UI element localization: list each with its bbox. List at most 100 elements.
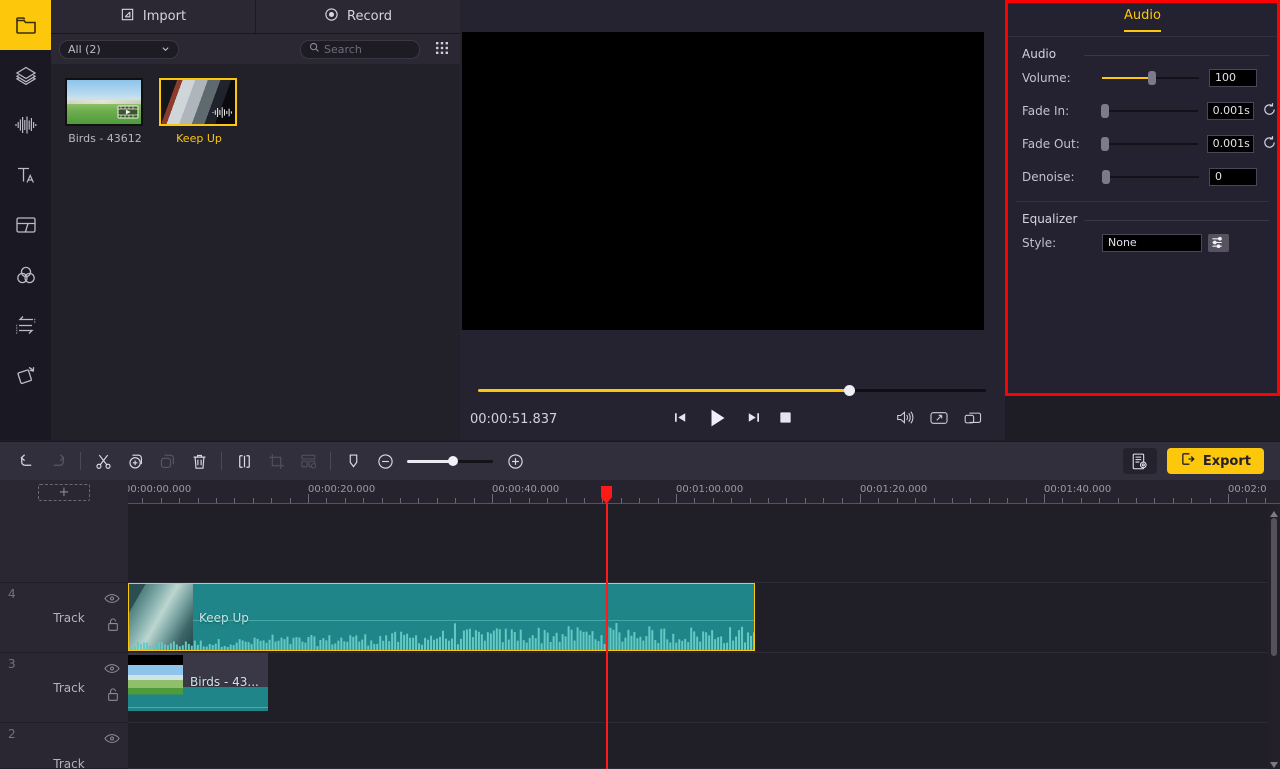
- rail-item-motion[interactable]: [0, 350, 51, 400]
- layers-icon: [13, 62, 39, 88]
- audio-properties-panel: Audio Audio Volume: 100 Fade In: 0.001s: [1005, 0, 1280, 396]
- rail-item-titles[interactable]: [0, 150, 51, 200]
- ruler-label: 00:01:00.000: [676, 484, 744, 495]
- seek-fill: [478, 389, 849, 392]
- media-tabs: Import Record: [51, 0, 460, 34]
- scroll-up-icon[interactable]: [1270, 506, 1278, 517]
- rail-item-stickers[interactable]: [0, 50, 51, 100]
- denoise-value[interactable]: 0: [1209, 167, 1257, 186]
- speaker-icon[interactable]: [895, 409, 915, 429]
- tab-audio[interactable]: Audio: [1124, 8, 1161, 32]
- stop-icon[interactable]: [778, 410, 793, 428]
- equalizer-style-select[interactable]: None: [1102, 233, 1202, 252]
- media-thumbnail: [65, 78, 143, 126]
- track-lane-empty[interactable]: [128, 504, 1268, 583]
- eye-icon[interactable]: [104, 593, 120, 607]
- track-lane-3[interactable]: Birds - 43...: [128, 653, 1268, 723]
- timeline-ruler[interactable]: 00:00:00.000 00:00:20.000 00:00:40.000 0…: [128, 480, 1280, 504]
- fade-out-slider[interactable]: [1100, 136, 1198, 151]
- media-grid: Birds - 43612 Keep Up: [51, 64, 460, 440]
- video-badge-icon: [117, 105, 139, 122]
- import-icon: [120, 7, 135, 26]
- snapshot-icon[interactable]: [963, 410, 983, 429]
- fade-in-value[interactable]: 0.001s: [1206, 101, 1255, 120]
- rail-item-transitions[interactable]: [0, 300, 51, 350]
- pip-button[interactable]: [292, 445, 324, 477]
- rail-item-media-library[interactable]: [0, 0, 51, 50]
- left-icon-rail: [0, 0, 51, 440]
- seek-bar[interactable]: [478, 385, 986, 396]
- prev-frame-icon[interactable]: [672, 409, 689, 429]
- eye-icon[interactable]: [104, 663, 120, 677]
- search-input[interactable]: [324, 42, 410, 56]
- volume-slider[interactable]: [1102, 70, 1199, 85]
- rail-item-filters[interactable]: [0, 250, 51, 300]
- unlock-icon[interactable]: [106, 687, 120, 705]
- video-canvas[interactable]: [462, 32, 984, 330]
- zoom-in-icon[interactable]: [499, 445, 531, 477]
- track-header-empty: [0, 504, 128, 583]
- timeline-clip-keep-up[interactable]: Keep Up: [128, 583, 755, 651]
- volume-row: Volume: 100: [1008, 61, 1277, 94]
- delete-button[interactable]: [183, 445, 215, 477]
- zoom-out-icon[interactable]: [369, 445, 401, 477]
- audio-badge-icon: [211, 106, 233, 122]
- denoise-slider[interactable]: [1102, 169, 1199, 184]
- media-item-keep-up[interactable]: Keep Up: [159, 78, 239, 145]
- tab-import[interactable]: Import: [51, 0, 255, 33]
- denoise-row: Denoise: 0: [1008, 160, 1277, 193]
- fade-in-reset-icon[interactable]: [1262, 102, 1277, 120]
- color-circles-icon: [13, 262, 39, 288]
- media-filter-label: All (2): [68, 42, 101, 56]
- playhead[interactable]: [606, 504, 608, 769]
- video-editor-window: Import Record All (2) Search Birds - 436…: [0, 0, 1280, 769]
- edit-toolbar: Export: [0, 441, 1280, 480]
- media-item-label: Keep Up: [176, 132, 222, 145]
- audio-section-title: Audio: [1008, 37, 1277, 61]
- trim-button[interactable]: [228, 445, 260, 477]
- crop-button[interactable]: [260, 445, 292, 477]
- eye-icon[interactable]: [104, 733, 120, 747]
- track-header-4[interactable]: 4 Track: [0, 583, 128, 653]
- media-item-birds[interactable]: Birds - 43612: [65, 78, 145, 145]
- scrollbar-thumb[interactable]: [1271, 518, 1277, 656]
- export-button[interactable]: Export: [1166, 448, 1264, 474]
- unlock-icon[interactable]: [106, 617, 120, 635]
- next-frame-icon[interactable]: [745, 409, 762, 429]
- equalizer-settings-icon[interactable]: [1208, 233, 1229, 252]
- add-track-button[interactable]: +: [38, 483, 90, 501]
- tab-record[interactable]: Record: [255, 0, 460, 33]
- track-lane-2[interactable]: [128, 723, 1268, 769]
- add-to-track-button[interactable]: [119, 445, 151, 477]
- fade-out-label: Fade Out:: [1022, 136, 1080, 151]
- track-header-3[interactable]: 3 Track: [0, 653, 128, 723]
- fade-out-reset-icon[interactable]: [1262, 135, 1277, 153]
- track-lane-4[interactable]: Keep Up: [128, 583, 1268, 653]
- timeline-tracks[interactable]: Keep Up Birds - 43...: [128, 504, 1268, 769]
- grid-view-icon[interactable]: [434, 40, 452, 58]
- fade-out-value[interactable]: 0.001s: [1206, 134, 1255, 153]
- seek-handle[interactable]: [843, 385, 855, 396]
- fullscreen-icon[interactable]: [929, 410, 949, 429]
- timeline-clip-birds[interactable]: Birds - 43...: [128, 653, 268, 711]
- fade-out-row: Fade Out: 0.001s: [1008, 127, 1277, 160]
- split-button[interactable]: [87, 445, 119, 477]
- fade-in-slider[interactable]: [1100, 103, 1198, 118]
- volume-value[interactable]: 100: [1209, 68, 1257, 87]
- copy-button[interactable]: [151, 445, 183, 477]
- timeline-zoom-slider[interactable]: [407, 454, 493, 468]
- track-header-2[interactable]: 2 Track: [0, 723, 128, 769]
- media-search-box[interactable]: [300, 39, 420, 59]
- redo-button[interactable]: [42, 445, 74, 477]
- play-icon[interactable]: [705, 406, 729, 433]
- marker-button[interactable]: [337, 445, 369, 477]
- timeline-vertical-scrollbar[interactable]: [1268, 504, 1280, 769]
- media-filter-dropdown[interactable]: All (2): [59, 39, 179, 59]
- rail-item-split-screen[interactable]: [0, 200, 51, 250]
- denoise-label: Denoise:: [1022, 169, 1075, 184]
- project-settings-icon[interactable]: [1122, 448, 1157, 474]
- undo-button[interactable]: [10, 445, 42, 477]
- scroll-down-icon[interactable]: [1270, 757, 1278, 768]
- rail-item-audio[interactable]: [0, 100, 51, 150]
- audio-waveform: [130, 623, 754, 650]
